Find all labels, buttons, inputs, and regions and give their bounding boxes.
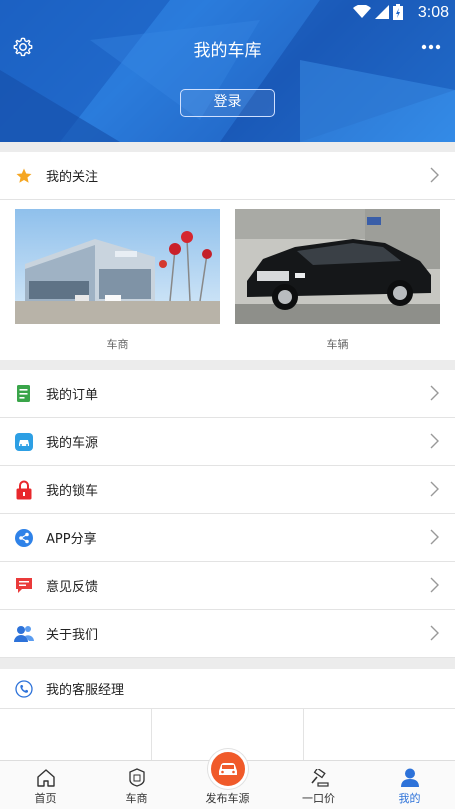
- bottom-navigation: 首页 车商 发布车源 一口价 我的: [0, 749, 455, 809]
- status-icons: [353, 4, 403, 20]
- wifi-icon: [353, 5, 371, 18]
- nav-home[interactable]: 首页: [0, 761, 91, 809]
- service-slot: [0, 709, 152, 760]
- nav-fixed-price[interactable]: 一口价: [273, 761, 364, 809]
- star-icon: [14, 166, 34, 186]
- menu-item-orders[interactable]: 我的订单: [0, 370, 455, 418]
- service-manager-label: 我的客服经理: [46, 683, 125, 698]
- user-profile-icon: [400, 768, 419, 787]
- vehicle-photo-tile[interactable]: 车辆: [235, 209, 440, 352]
- service-manager-card: 我的客服经理: [0, 669, 455, 760]
- car-icon: [218, 763, 237, 775]
- menu-item-label: 我的车源: [46, 436, 99, 451]
- service-manager-row[interactable]: 我的客服经理: [0, 669, 455, 709]
- menu-item-feedback[interactable]: 意见反馈: [0, 562, 455, 610]
- battery-icon: [393, 4, 403, 20]
- nav-publish-label: 发布车源: [205, 792, 250, 805]
- home-icon: [36, 769, 55, 787]
- menu-list: 我的订单 我的车源 我的锁车 APP分享 意见反馈 关于我们: [0, 370, 455, 658]
- signal-icon: [375, 5, 389, 19]
- chevron-right-icon: [430, 167, 439, 183]
- more-options-icon[interactable]: [421, 44, 441, 50]
- phone-icon: [14, 679, 34, 699]
- follow-label: 我的关注: [46, 170, 99, 185]
- menu-item-label: 关于我们: [46, 628, 99, 643]
- menu-item-app-share[interactable]: APP分享: [0, 514, 455, 562]
- follow-card: 我的关注 车商 车辆: [0, 152, 455, 360]
- chevron-right-icon: [430, 625, 439, 641]
- publish-car-button[interactable]: [207, 749, 248, 789]
- menu-item-label: 我的锁车: [46, 484, 99, 499]
- nav-fixed-price-label: 一口价: [302, 792, 335, 805]
- menu-item-car-source[interactable]: 我的车源: [0, 418, 455, 466]
- dealer-caption: 车商: [106, 338, 129, 351]
- lock-icon: [14, 480, 34, 500]
- status-time: 3:08: [417, 4, 449, 21]
- chevron-right-icon: [430, 481, 439, 497]
- menu-item-locked-cars[interactable]: 我的锁车: [0, 466, 455, 514]
- dealer-photo-tile[interactable]: 车商: [15, 209, 220, 352]
- follow-row[interactable]: 我的关注: [0, 152, 455, 200]
- menu-item-about-us[interactable]: 关于我们: [0, 610, 455, 658]
- nav-dealers-label: 车商: [125, 792, 148, 805]
- shop-badge-icon: [128, 768, 145, 787]
- auction-gavel-icon: [310, 769, 329, 787]
- nav-dealers[interactable]: 车商: [91, 761, 182, 809]
- about-icon: [14, 624, 34, 644]
- feedback-icon: [14, 576, 34, 596]
- service-slot: [304, 709, 455, 760]
- menu-item-label: 意见反馈: [46, 580, 99, 595]
- chevron-right-icon: [430, 385, 439, 401]
- chevron-right-icon: [430, 577, 439, 593]
- menu-item-label: APP分享: [46, 532, 97, 547]
- nav-home-label: 首页: [34, 792, 57, 805]
- vehicle-caption: 车辆: [326, 338, 349, 351]
- chevron-right-icon: [430, 529, 439, 545]
- nav-publish[interactable]: 发布车源: [182, 749, 273, 809]
- profile-header: 3:08 我的车库 登录: [0, 0, 455, 142]
- nav-mine[interactable]: 我的: [364, 761, 455, 809]
- car-source-icon: [14, 432, 34, 452]
- login-button[interactable]: 登录: [180, 89, 275, 117]
- dealer-showroom-image: [15, 209, 220, 324]
- order-icon: [14, 384, 34, 404]
- menu-item-label: 我的订单: [46, 388, 99, 403]
- page-title: 我的车库: [193, 41, 262, 61]
- follow-photos: 车商 车辆: [0, 200, 455, 352]
- status-bar: 3:08: [0, 0, 455, 26]
- vehicle-image: [235, 209, 440, 324]
- share-icon: [14, 528, 34, 548]
- nav-mine-label: 我的: [398, 792, 421, 805]
- chevron-right-icon: [430, 433, 439, 449]
